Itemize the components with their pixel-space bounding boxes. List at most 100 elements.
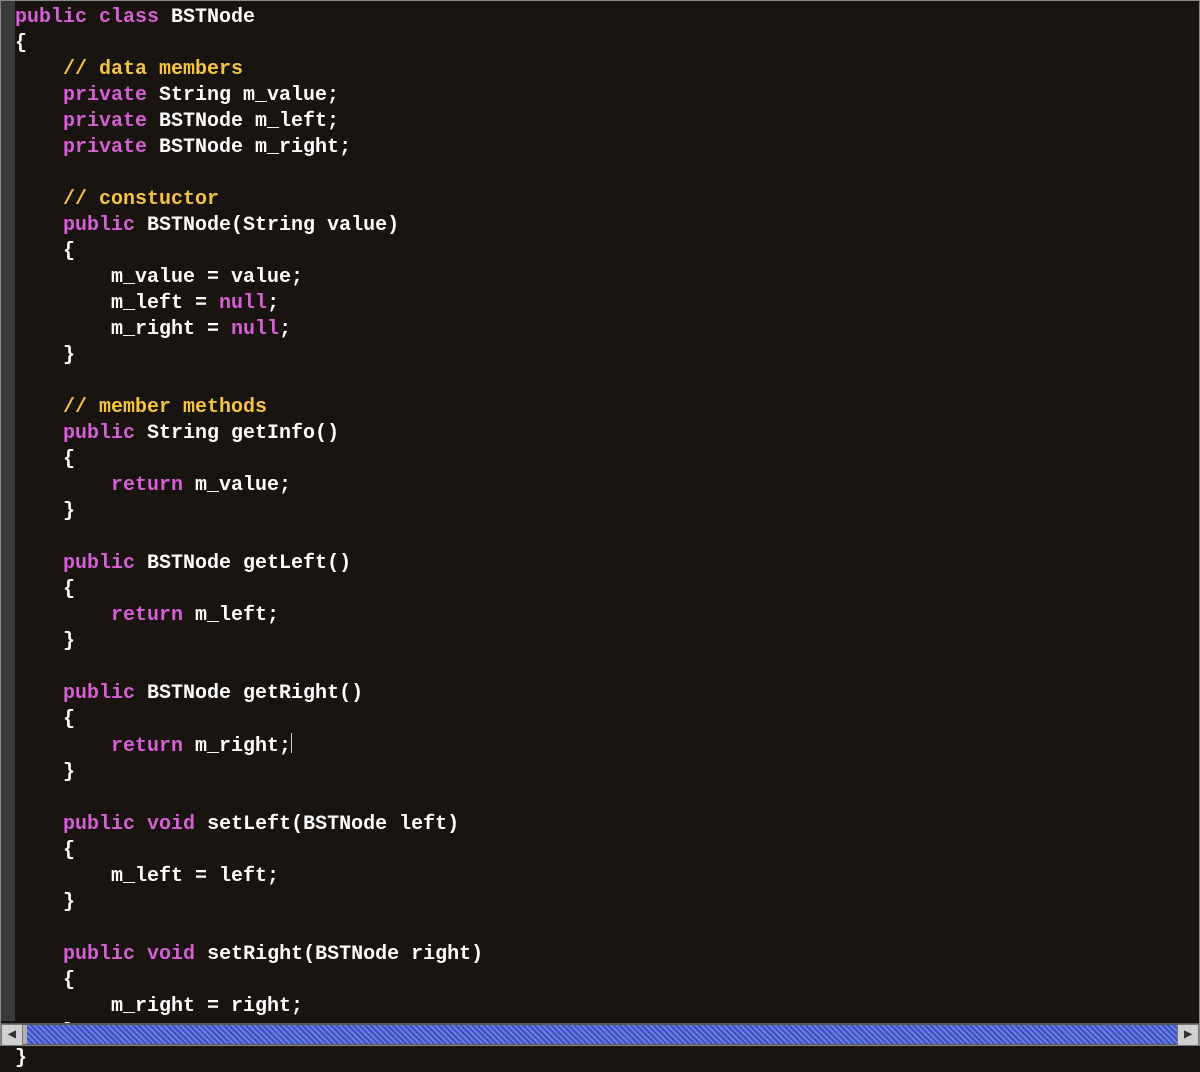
- chevron-right-icon: ▶: [1184, 1029, 1192, 1042]
- text-token: [15, 188, 63, 211]
- code-line[interactable]: // member methods: [15, 395, 1195, 421]
- text-token: BSTNode: [159, 6, 255, 29]
- code-line[interactable]: [15, 916, 1195, 942]
- code-line[interactable]: {: [15, 838, 1195, 864]
- code-line[interactable]: public void setLeft(BSTNode left): [15, 812, 1195, 838]
- text-token: BSTNode m_right;: [147, 136, 351, 159]
- text-token: [15, 813, 63, 836]
- text-token: [15, 396, 63, 419]
- code-line[interactable]: return m_value;: [15, 473, 1195, 499]
- code-line[interactable]: {: [15, 31, 1195, 57]
- keyword-token: public: [63, 813, 135, 836]
- text-token: BSTNode getLeft(): [135, 552, 351, 575]
- code-line[interactable]: private BSTNode m_left;: [15, 109, 1195, 135]
- text-cursor: [291, 733, 292, 753]
- text-token: }: [15, 761, 75, 784]
- text-token: m_left =: [15, 292, 219, 315]
- code-line[interactable]: private BSTNode m_right;: [15, 135, 1195, 161]
- text-token: {: [15, 32, 27, 55]
- text-token: [15, 214, 63, 237]
- code-line[interactable]: [15, 369, 1195, 395]
- text-token: BSTNode getRight(): [135, 682, 363, 705]
- chevron-left-icon: ◀: [8, 1029, 16, 1042]
- code-line[interactable]: {: [15, 239, 1195, 265]
- keyword-token: public: [63, 422, 135, 445]
- keyword-token: void: [147, 943, 195, 966]
- code-line[interactable]: m_right = null;: [15, 317, 1195, 343]
- text-token: [15, 422, 63, 445]
- scroll-left-arrow[interactable]: ◀: [1, 1024, 23, 1046]
- keyword-token: null: [231, 318, 279, 341]
- code-line[interactable]: {: [15, 707, 1195, 733]
- code-line[interactable]: m_right = right;: [15, 994, 1195, 1020]
- text-token: m_right;: [183, 735, 291, 758]
- code-line[interactable]: [15, 655, 1195, 681]
- text-token: m_left;: [183, 604, 279, 627]
- code-line[interactable]: public BSTNode(String value): [15, 213, 1195, 239]
- code-line[interactable]: [15, 161, 1195, 187]
- text-token: m_value;: [183, 474, 291, 497]
- code-line[interactable]: }: [15, 760, 1195, 786]
- text-token: [15, 552, 63, 575]
- keyword-token: private: [63, 84, 147, 107]
- code-line[interactable]: public String getInfo(): [15, 421, 1195, 447]
- code-line[interactable]: public BSTNode getRight(): [15, 681, 1195, 707]
- code-line[interactable]: }: [15, 890, 1195, 916]
- text-token: [15, 735, 111, 758]
- text-token: [15, 943, 63, 966]
- text-token: BSTNode(String value): [135, 214, 399, 237]
- scrollbar-thumb[interactable]: [23, 1025, 27, 1044]
- editor-gutter: [1, 1, 15, 1021]
- code-line[interactable]: public void setRight(BSTNode right): [15, 942, 1195, 968]
- code-line[interactable]: return m_left;: [15, 603, 1195, 629]
- scrollbar-track[interactable]: [23, 1024, 1177, 1045]
- text-token: m_right = right;: [15, 995, 303, 1018]
- keyword-token: public: [63, 552, 135, 575]
- text-token: }: [15, 500, 75, 523]
- text-token: }: [15, 891, 75, 914]
- code-line[interactable]: {: [15, 577, 1195, 603]
- keyword-token: return: [111, 735, 183, 758]
- text-token: setRight(BSTNode right): [195, 943, 483, 966]
- text-token: }: [15, 1047, 27, 1070]
- keyword-token: public: [15, 6, 87, 29]
- code-line[interactable]: m_value = value;: [15, 265, 1195, 291]
- text-token: String m_value;: [147, 84, 339, 107]
- code-editor[interactable]: public class BSTNode{ // data members pr…: [15, 5, 1195, 1072]
- horizontal-scrollbar[interactable]: ◀ ▶: [1, 1023, 1199, 1045]
- text-token: ;: [279, 318, 291, 341]
- code-line[interactable]: return m_right;: [15, 733, 1195, 760]
- text-token: [87, 6, 99, 29]
- keyword-token: void: [147, 813, 195, 836]
- code-line[interactable]: // data members: [15, 57, 1195, 83]
- text-token: {: [15, 578, 75, 601]
- code-line[interactable]: [15, 786, 1195, 812]
- code-line[interactable]: private String m_value;: [15, 83, 1195, 109]
- code-line[interactable]: public BSTNode getLeft(): [15, 551, 1195, 577]
- text-token: ;: [267, 292, 279, 315]
- code-line[interactable]: }: [15, 343, 1195, 369]
- text-token: {: [15, 969, 75, 992]
- code-line[interactable]: {: [15, 968, 1195, 994]
- text-token: [135, 943, 147, 966]
- text-token: {: [15, 839, 75, 862]
- text-token: [135, 813, 147, 836]
- code-line[interactable]: m_left = left;: [15, 864, 1195, 890]
- code-line[interactable]: }: [15, 499, 1195, 525]
- text-token: [15, 58, 63, 81]
- code-line[interactable]: public class BSTNode: [15, 5, 1195, 31]
- code-line[interactable]: [15, 525, 1195, 551]
- keyword-token: null: [219, 292, 267, 315]
- text-token: }: [15, 344, 75, 367]
- code-line[interactable]: }: [15, 1046, 1195, 1072]
- text-token: [15, 474, 111, 497]
- code-line[interactable]: // constuctor: [15, 187, 1195, 213]
- keyword-token: private: [63, 110, 147, 133]
- code-line[interactable]: {: [15, 447, 1195, 473]
- keyword-token: return: [111, 604, 183, 627]
- scroll-right-arrow[interactable]: ▶: [1177, 1024, 1199, 1046]
- keyword-token: private: [63, 136, 147, 159]
- code-line[interactable]: }: [15, 629, 1195, 655]
- code-line[interactable]: m_left = null;: [15, 291, 1195, 317]
- text-token: {: [15, 240, 75, 263]
